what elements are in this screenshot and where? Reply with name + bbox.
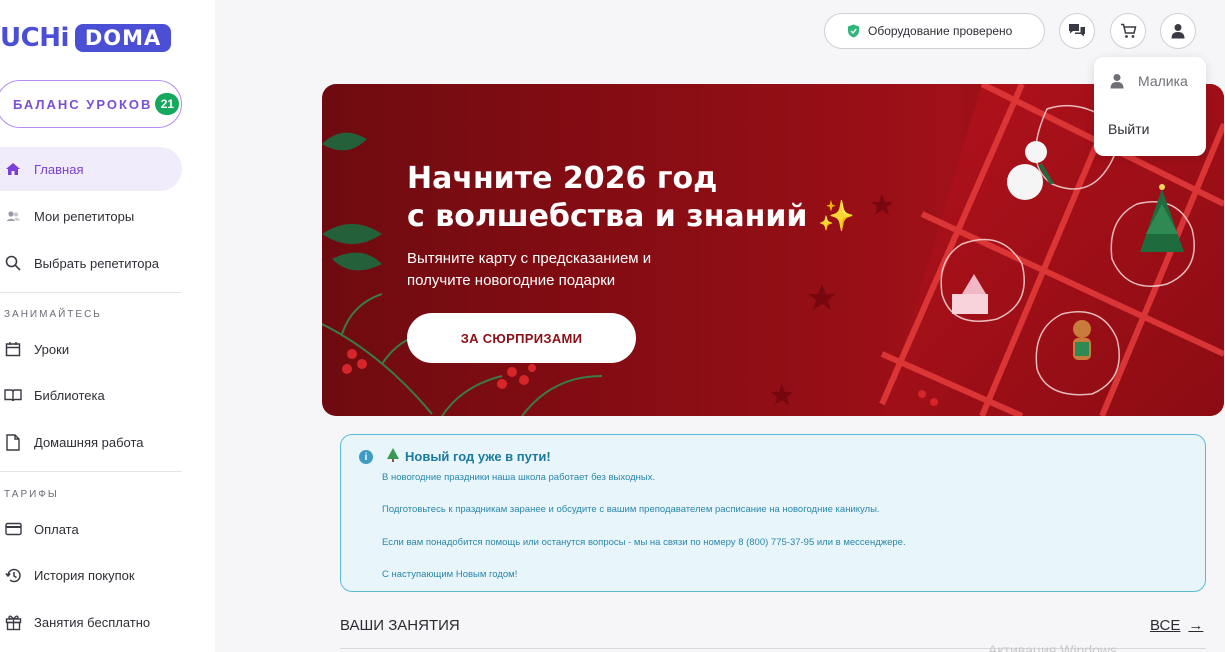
user-menu-profile[interactable]: Малика bbox=[1110, 73, 1188, 89]
sidebar-item-lessons[interactable]: Уроки bbox=[0, 327, 182, 371]
book-icon bbox=[4, 386, 22, 404]
notice-line: С наступающим Новым годом! bbox=[382, 569, 518, 580]
lesson-balance-button[interactable]: БАЛАНС УРОКОВ 21 bbox=[0, 80, 182, 128]
profile-button[interactable] bbox=[1160, 13, 1196, 49]
banner-title-line2: с волшебства и знаний ✨ bbox=[407, 199, 856, 234]
all-lessons-link[interactable]: ВСЕ → bbox=[1150, 617, 1203, 634]
sidebar-divider bbox=[0, 292, 182, 293]
cart-button[interactable] bbox=[1110, 13, 1146, 49]
gift-icon bbox=[4, 613, 22, 631]
sidebar-item-label: История покупок bbox=[34, 567, 135, 583]
sidebar: UCHi DOMA БАЛАНС УРОКОВ 21 Главная Мои р… bbox=[0, 0, 215, 652]
user-name: Малика bbox=[1138, 73, 1188, 89]
notice-title: Новый год уже в пути! bbox=[405, 449, 551, 464]
sidebar-item-label: Выбрать репетитора bbox=[34, 255, 159, 271]
credit-card-icon bbox=[4, 520, 22, 538]
equipment-status-label: Оборудование проверено bbox=[868, 24, 1013, 38]
sidebar-item-label: Оплата bbox=[34, 521, 79, 537]
users-icon bbox=[4, 207, 22, 225]
notice-line: Подготовьтесь к праздникам заранее и обс… bbox=[382, 504, 880, 515]
cart-icon bbox=[1120, 23, 1136, 38]
user-icon bbox=[1171, 24, 1185, 39]
christmas-tree-icon bbox=[387, 448, 399, 462]
user-menu: Малика Выйти bbox=[1094, 57, 1206, 156]
sidebar-divider bbox=[0, 471, 182, 472]
balance-count-badge: 21 bbox=[155, 93, 180, 115]
logo-doma: DOMA bbox=[74, 24, 172, 52]
equipment-status-button[interactable]: Оборудование проверено bbox=[824, 13, 1045, 49]
chat-icon bbox=[1069, 24, 1085, 37]
sidebar-item-purchase-history[interactable]: История покупок bbox=[0, 553, 182, 597]
banner-subtitle: Вытяните карту с предсказанием и получит… bbox=[407, 250, 652, 289]
surprises-button[interactable]: ЗА СЮРПРИЗАМИ bbox=[407, 313, 636, 363]
calendar-icon bbox=[4, 340, 22, 358]
new-year-notice: i Новый год уже в пути! В новогодние пра… bbox=[340, 434, 1206, 592]
all-lessons-label: ВСЕ bbox=[1150, 617, 1181, 634]
sidebar-item-label: Уроки bbox=[34, 341, 70, 357]
document-icon bbox=[4, 433, 22, 451]
sidebar-item-choose-tutor[interactable]: Выбрать репетитора bbox=[0, 241, 182, 285]
promo-banner[interactable]: Начните 2026 год с волшебства и знаний ✨… bbox=[322, 84, 1224, 416]
sidebar-item-free-lessons[interactable]: Занятия бесплатно bbox=[0, 600, 182, 644]
arrow-right-icon: → bbox=[1188, 617, 1204, 634]
balance-label: БАЛАНС УРОКОВ bbox=[13, 96, 153, 112]
lessons-section-title: ВАШИ ЗАНЯТИЯ bbox=[340, 617, 460, 634]
user-icon bbox=[1110, 74, 1124, 89]
sidebar-item-tutors[interactable]: Мои репетиторы bbox=[0, 194, 182, 238]
sidebar-item-home[interactable]: Главная bbox=[0, 147, 182, 191]
sidebar-item-payment[interactable]: Оплата bbox=[0, 507, 182, 551]
windows-activation-watermark: Активация Windows bbox=[988, 642, 1118, 652]
chat-button[interactable] bbox=[1059, 13, 1095, 49]
info-icon: i bbox=[359, 450, 373, 464]
home-icon bbox=[4, 160, 22, 178]
sidebar-item-label: Главная bbox=[34, 161, 84, 177]
sidebar-item-label: Мои репетиторы bbox=[34, 208, 135, 224]
logo[interactable]: UCHi DOMA bbox=[0, 22, 172, 54]
banner-title-line1: Начните 2026 год bbox=[407, 161, 718, 196]
notice-line: В новогодние праздники наша школа работа… bbox=[382, 472, 656, 483]
section-label-tariffs: ТАРИФЫ bbox=[4, 489, 59, 500]
logout-button[interactable]: Выйти bbox=[1108, 121, 1149, 137]
search-icon bbox=[4, 254, 22, 272]
section-label-study: ЗАНИМАЙТЕСЬ bbox=[4, 309, 102, 320]
logo-uchi: UCHi bbox=[0, 23, 69, 53]
sidebar-item-homework[interactable]: Домашняя работа bbox=[0, 420, 182, 464]
notice-line: Если вам понадобится помощь или останутс… bbox=[382, 537, 906, 548]
page: UCHi DOMA БАЛАНС УРОКОВ 21 Главная Мои р… bbox=[0, 0, 1225, 652]
sidebar-item-library[interactable]: Библиотека bbox=[0, 373, 182, 417]
sidebar-item-label: Домашняя работа bbox=[34, 434, 144, 450]
sidebar-item-label: Занятия бесплатно bbox=[34, 614, 151, 630]
sidebar-item-label: Библиотека bbox=[34, 387, 105, 403]
history-icon bbox=[4, 566, 22, 584]
banner-title: Начните 2026 год с волшебства и знаний ✨ bbox=[407, 160, 855, 236]
shield-check-icon bbox=[848, 24, 859, 38]
